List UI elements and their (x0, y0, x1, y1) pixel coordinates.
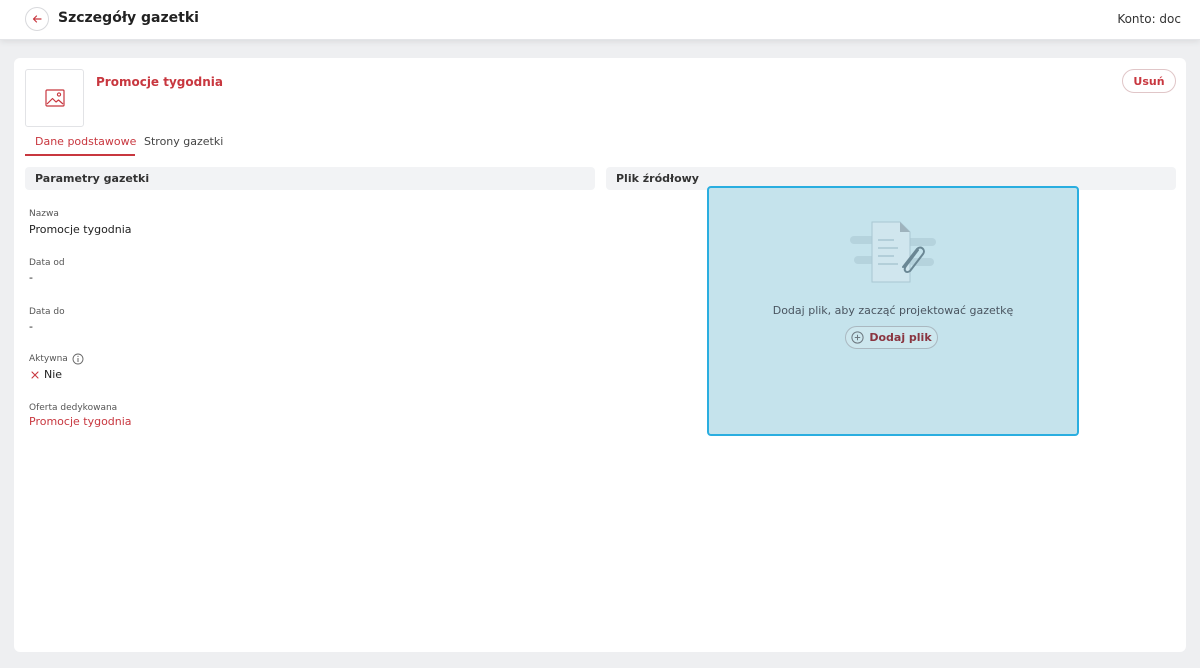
dedicated-offer-link[interactable]: Promocje tygodnia (29, 415, 132, 428)
active-tab-indicator (25, 154, 135, 156)
top-header: Szczegóły gazetki Konto: doc (0, 0, 1200, 40)
arrow-left-icon (32, 15, 42, 23)
plus-circle-icon (851, 331, 864, 344)
dropzone-hint: Dodaj plik, aby zacząć projektować gazet… (772, 304, 1014, 317)
file-dropzone[interactable]: Dodaj plik, aby zacząć projektować gazet… (707, 186, 1079, 436)
close-icon (31, 371, 39, 379)
field-label-active: Aktywna (29, 354, 68, 364)
field-value-date-from: - (29, 271, 33, 284)
image-icon (44, 89, 65, 107)
tab-basic-data[interactable]: Dane podstawowe (35, 135, 136, 148)
delete-button[interactable]: Usuń (1122, 69, 1176, 93)
field-value-date-to: - (29, 320, 33, 333)
cover-thumbnail[interactable] (25, 69, 84, 127)
field-value-active: Nie (44, 368, 63, 381)
field-label-date-to: Data do (29, 307, 65, 317)
field-label-dedicated-offer: Oferta dedykowana (29, 403, 118, 413)
account-label: Konto: doc (1117, 12, 1181, 26)
add-file-label: Dodaj plik (869, 331, 932, 344)
field-label-date-from: Data od (29, 258, 65, 268)
back-button[interactable] (25, 7, 49, 31)
params-section-header: Parametry gazetki (25, 167, 595, 190)
field-value-name: Promocje tygodnia (29, 223, 132, 236)
info-icon[interactable] (72, 353, 84, 365)
leaflet-name: Promocje tygodnia (96, 75, 223, 89)
tab-leaflet-pages[interactable]: Strony gazetki (144, 135, 223, 148)
field-label-name: Nazwa (29, 209, 59, 219)
add-file-button[interactable]: Dodaj plik (845, 326, 938, 349)
paperclip-document-icon (850, 221, 936, 283)
page-title: Szczegóły gazetki (58, 10, 199, 26)
